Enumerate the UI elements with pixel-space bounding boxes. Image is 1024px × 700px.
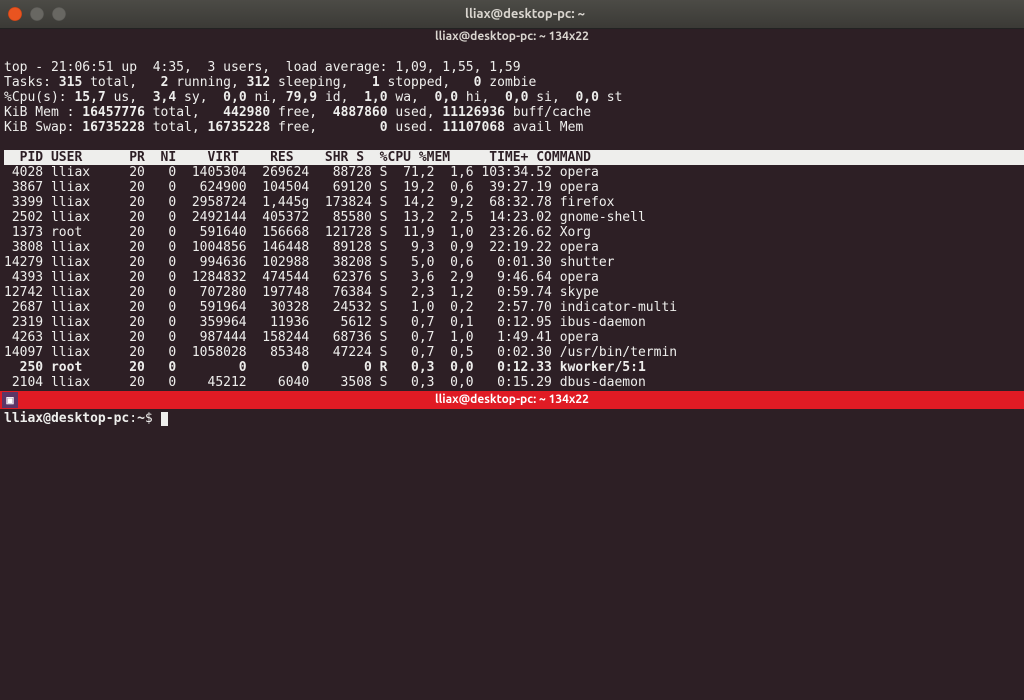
prompt-user-host: lliax@desktop-pc — [4, 411, 129, 426]
terminator-active-tab[interactable]: ▣ lliax@desktop-pc: ~ 134x22 — [0, 391, 1024, 409]
process-row: 14097 lliax 20 0 1058028 85348 47224 S 0… — [4, 345, 677, 360]
process-row: 3808 lliax 20 0 1004856 146448 89128 S 9… — [4, 240, 599, 255]
process-row: 14279 lliax 20 0 994636 102988 38208 S 5… — [4, 255, 614, 270]
pane-icon: ▣ — [2, 392, 18, 408]
top-tasks-line: Tasks: 315 total, 2 running, 312 sleepin… — [4, 75, 536, 90]
process-list: 4028 lliax 20 0 1405304 269624 88728 S 7… — [4, 165, 1020, 390]
shell-prompt[interactable]: lliax@desktop-pc:~$ — [0, 409, 1024, 429]
top-uptime-line: top - 21:06:51 up 4:35, 3 users, load av… — [4, 60, 521, 75]
top-swap-line: KiB Swap: 16735228 total, 16735228 free,… — [4, 120, 583, 135]
prompt-path: ~ — [137, 411, 145, 426]
top-cpu-line: %Cpu(s): 15,7 us, 3,4 sy, 0,0 ni, 79,9 i… — [4, 90, 622, 105]
top-mem-line: KiB Mem : 16457776 total, 442980 free, 4… — [4, 105, 591, 120]
process-row: 1373 root 20 0 591640 156668 121728 S 11… — [4, 225, 591, 240]
window-title: lliax@desktop-pc: ~ — [66, 7, 1024, 21]
process-row: 2502 lliax 20 0 2492144 405372 85580 S 1… — [4, 210, 646, 225]
window-titlebar: lliax@desktop-pc: ~ — [0, 0, 1024, 29]
process-row: 2319 lliax 20 0 359964 11936 5612 S 0,7 … — [4, 315, 646, 330]
process-row: 3867 lliax 20 0 624900 104504 69120 S 19… — [4, 180, 599, 195]
window-controls — [0, 7, 66, 21]
close-icon[interactable] — [8, 7, 22, 21]
process-row: 3399 lliax 20 0 2958724 1,445g 173824 S … — [4, 195, 614, 210]
cursor-block — [161, 412, 168, 426]
process-row: 4393 lliax 20 0 1284832 474544 62376 S 3… — [4, 270, 599, 285]
process-row: 12742 lliax 20 0 707280 197748 76384 S 2… — [4, 285, 599, 300]
process-row: 2104 lliax 20 0 45212 6040 3508 S 0,3 0,… — [4, 375, 646, 390]
pane-tab-title-bottom: lliax@desktop-pc: ~ 134x22 — [18, 391, 1024, 409]
process-row: 2687 lliax 20 0 591964 30328 24532 S 1,0… — [4, 300, 677, 315]
process-row: 4263 lliax 20 0 987444 158244 68736 S 0,… — [4, 330, 599, 345]
minimize-icon[interactable] — [30, 7, 44, 21]
terminal-body[interactable]: lliax@desktop-pc: ~ 134x22 top - 21:06:5… — [0, 29, 1024, 700]
process-row: 250 root 20 0 0 0 0 R 0,3 0,0 0:12.33 kw… — [4, 360, 646, 375]
maximize-icon[interactable] — [52, 7, 66, 21]
top-column-header: PID USER PR NI VIRT RES SHR S %CPU %MEM … — [4, 150, 1024, 165]
pane-tab-title-top: lliax@desktop-pc: ~ 134x22 — [0, 29, 1024, 44]
top-output: top - 21:06:51 up 4:35, 3 users, load av… — [0, 44, 1024, 391]
process-row: 4028 lliax 20 0 1405304 269624 88728 S 7… — [4, 165, 599, 180]
